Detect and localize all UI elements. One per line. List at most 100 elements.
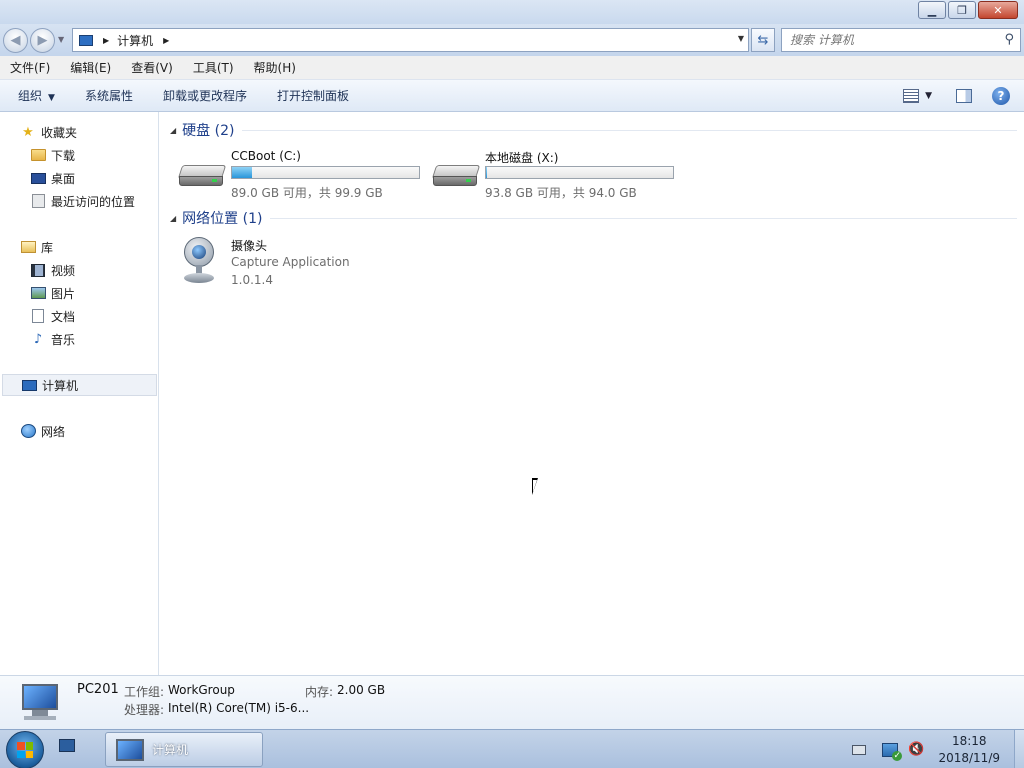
hard-drive-icon xyxy=(177,157,227,189)
nav-documents-label: 文档 xyxy=(51,309,76,324)
nav-libraries[interactable]: 库 xyxy=(0,236,157,258)
nav-desktop[interactable]: 桌面 xyxy=(0,167,157,189)
start-button[interactable] xyxy=(6,731,44,768)
nav-pictures-label: 图片 xyxy=(51,286,76,301)
group-network-title: 网络位置 (1) xyxy=(182,211,263,227)
refresh-icon: ⇆ xyxy=(757,32,769,48)
keyboard-icon[interactable] xyxy=(852,744,867,755)
mouse-cursor-icon xyxy=(532,478,544,495)
recent-pages-dropdown[interactable]: ▼ xyxy=(58,35,64,44)
nav-favorites[interactable]: ★ 收藏夹 xyxy=(0,121,157,143)
collapse-triangle-icon[interactable]: ◢ xyxy=(170,214,176,223)
menu-file[interactable]: 文件(F) xyxy=(0,59,58,76)
menu-tools[interactable]: 工具(T) xyxy=(183,59,242,76)
menu-edit[interactable]: 编辑(E) xyxy=(60,59,119,76)
open-control-panel-button[interactable]: 打开控制面板 xyxy=(262,87,364,104)
chevron-right-icon[interactable]: ▶ xyxy=(103,36,109,45)
address-dropdown[interactable]: ▼ xyxy=(738,34,744,43)
drive-item-x[interactable]: 本地磁盘 (X:) 93.8 GB 可用，共 94.0 GB xyxy=(431,149,682,200)
organize-button[interactable]: 组织 ▼ xyxy=(0,87,70,104)
minimize-button[interactable]: ▁ xyxy=(918,1,946,19)
address-bar[interactable]: ▶ 计算机 ▶ ▼ xyxy=(72,28,749,52)
group-hard-drives-title: 硬盘 (2) xyxy=(182,123,235,139)
memory-value: 2.00 GB xyxy=(337,683,386,697)
minimize-icon: ▁ xyxy=(927,3,937,17)
computer-icon xyxy=(116,738,144,761)
nav-network[interactable]: 网络 xyxy=(0,420,157,442)
network-item-version: 1.0.1.4 xyxy=(231,273,273,287)
workgroup-label: 工作组: xyxy=(124,685,165,699)
nav-downloads-label: 下载 xyxy=(51,148,76,163)
change-view-icon[interactable] xyxy=(903,89,920,103)
collapse-triangle-icon[interactable]: ◢ xyxy=(170,126,176,135)
system-properties-button[interactable]: 系统属性 xyxy=(70,87,148,104)
drive-space-info: 89.0 GB 可用，共 99.9 GB xyxy=(231,186,383,200)
memory-label: 内存: xyxy=(305,685,334,699)
nav-videos[interactable]: 视频 xyxy=(0,259,157,281)
uninstall-programs-button[interactable]: 卸载或更改程序 xyxy=(148,87,262,104)
group-network-locations[interactable]: ◢ 网络位置 (1) xyxy=(160,208,1017,228)
webcam-icon xyxy=(178,237,218,285)
search-input[interactable] xyxy=(782,33,992,47)
document-icon xyxy=(30,309,46,323)
pc-name: PC201 xyxy=(77,682,119,697)
clock[interactable]: 18:18 2018/11/9 xyxy=(938,733,1000,767)
group-divider xyxy=(242,129,1017,131)
refresh-button[interactable]: ⇆ xyxy=(751,28,775,52)
taskbar-window-computer[interactable]: 计算机 xyxy=(105,732,263,767)
network-status-icon[interactable] xyxy=(882,742,903,761)
nav-recent-places[interactable]: 最近访问的位置 xyxy=(0,190,157,212)
search-icon[interactable]: ⚲ xyxy=(1004,32,1014,47)
search-box[interactable]: ⚲ xyxy=(781,28,1021,52)
clock-time: 18:18 xyxy=(951,733,987,748)
drive-usage-bar xyxy=(231,166,420,179)
group-hard-drives[interactable]: ◢ 硬盘 (2) xyxy=(160,120,1017,140)
recent-places-icon xyxy=(30,194,46,208)
command-bar-right: ▼ ? xyxy=(903,80,1024,112)
restore-button[interactable]: ❐ xyxy=(948,1,976,19)
network-icon xyxy=(20,424,36,438)
view-options-dropdown[interactable]: ▼ xyxy=(925,91,932,101)
preview-pane-icon[interactable] xyxy=(956,89,972,103)
drive-item-c[interactable]: CCBoot (C:) 89.0 GB 可用，共 99.9 GB xyxy=(177,149,428,200)
nav-desktop-label: 桌面 xyxy=(51,171,76,186)
volume-muted-icon[interactable]: 🔇 xyxy=(908,742,924,757)
picture-icon xyxy=(30,286,46,300)
desktop-icon xyxy=(30,171,46,185)
system-tray: 🔇 18:18 2018/11/9 xyxy=(852,730,1024,768)
menu-view[interactable]: 查看(V) xyxy=(121,59,181,76)
taskbar-window-label: 计算机 xyxy=(152,743,189,757)
show-desktop-button[interactable] xyxy=(1014,730,1024,768)
forward-button[interactable]: ▶ xyxy=(30,28,55,53)
drive-usage-fill xyxy=(232,167,253,178)
help-icon[interactable]: ? xyxy=(992,87,1010,105)
group-divider xyxy=(270,217,1017,219)
network-item-description: Capture Application xyxy=(231,255,350,269)
nav-network-label: 网络 xyxy=(41,424,66,439)
breadcrumb-computer[interactable]: 计算机 xyxy=(117,32,153,49)
restore-icon: ❐ xyxy=(957,3,967,17)
computer-icon xyxy=(79,34,93,46)
menu-help[interactable]: 帮助(H) xyxy=(244,59,304,76)
show-desktop-quicklaunch-icon[interactable] xyxy=(59,739,75,752)
back-button[interactable]: ◀ xyxy=(3,28,28,53)
close-button[interactable]: ✕ xyxy=(978,1,1018,19)
processor-value: Intel(R) Core(TM) i5-6... xyxy=(168,701,310,715)
network-item-camera[interactable]: 摄像头 Capture Application 1.0.1.4 xyxy=(178,237,428,287)
nav-videos-label: 视频 xyxy=(51,263,76,278)
nav-music[interactable]: ♪ 音乐 xyxy=(0,328,157,350)
nav-documents[interactable]: 文档 xyxy=(0,305,157,327)
arrow-right-icon: ▶ xyxy=(37,33,48,48)
drive-usage-bar xyxy=(485,166,674,179)
nav-computer[interactable]: 计算机 xyxy=(2,374,157,396)
drive-space-info: 93.8 GB 可用，共 94.0 GB xyxy=(485,186,637,200)
navigation-pane: ★ 收藏夹 下载 桌面 最近访问的位置 库 视频 图片 文档 ♪ 音乐 计算机 … xyxy=(0,112,159,675)
nav-pictures[interactable]: 图片 xyxy=(0,282,157,304)
nav-downloads[interactable]: 下载 xyxy=(0,144,157,166)
star-icon: ★ xyxy=(22,124,34,140)
processor-label: 处理器: xyxy=(124,703,165,717)
windows-logo-icon xyxy=(17,742,33,758)
chevron-right-icon[interactable]: ▶ xyxy=(163,36,169,45)
title-bar: ▁ ❐ ✕ xyxy=(0,0,1024,24)
close-icon: ✕ xyxy=(993,3,1003,17)
